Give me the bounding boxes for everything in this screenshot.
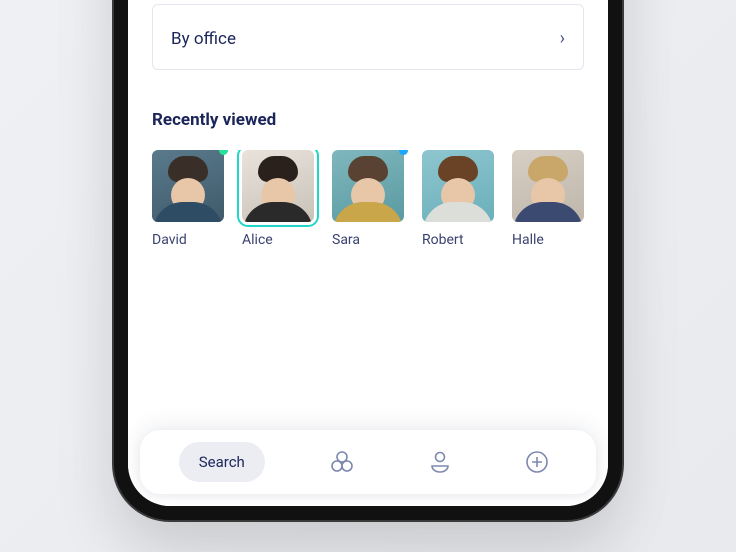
avatar: [242, 150, 314, 222]
plus-icon: [523, 448, 551, 476]
tab-profile[interactable]: [420, 442, 460, 482]
person-card[interactable]: Halle: [512, 150, 584, 248]
tab-bar: Search: [140, 430, 596, 494]
tab-add[interactable]: [517, 442, 557, 482]
person-card[interactable]: David: [152, 150, 224, 248]
person-name: Halle: [512, 232, 584, 248]
person-name: David: [152, 232, 224, 248]
tab-search-label: Search: [199, 453, 245, 471]
status-dot-away-icon: [399, 150, 408, 155]
avatar: [152, 150, 224, 222]
tab-search[interactable]: Search: [179, 442, 265, 482]
avatar: [422, 150, 494, 222]
avatar: [512, 150, 584, 222]
status-dot-online-icon: [219, 150, 228, 155]
person-card[interactable]: Sara: [332, 150, 404, 248]
person-name: Robert: [422, 232, 494, 248]
person-name: Sara: [332, 232, 404, 248]
filter-by-office-row[interactable]: By office ›: [152, 8, 584, 70]
filter-row-label: By office: [171, 29, 236, 49]
person-icon: [426, 448, 454, 476]
person-card[interactable]: Robert: [422, 150, 494, 248]
person-name: Alice: [242, 232, 314, 248]
avatar: [332, 150, 404, 222]
tab-groups[interactable]: [322, 442, 362, 482]
app-screen: By office › Recently viewed David: [128, 0, 608, 506]
recently-viewed-list[interactable]: David Alice: [152, 150, 584, 248]
phone-frame: By office › Recently viewed David: [114, 0, 622, 520]
recently-viewed-title: Recently viewed: [152, 110, 584, 130]
chevron-right-icon: ›: [560, 28, 565, 49]
circles-icon: [328, 448, 356, 476]
person-card[interactable]: Alice: [242, 150, 314, 248]
